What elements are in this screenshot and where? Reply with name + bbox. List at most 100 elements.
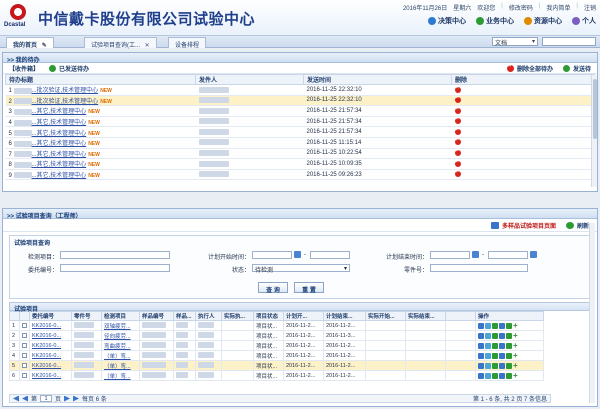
plan-start-from[interactable]: [252, 251, 292, 259]
item-link[interactable]: 双轴疲劳...: [104, 324, 131, 330]
entrust-no-cell[interactable]: KK2016-0...: [29, 320, 72, 331]
action-icon[interactable]: [485, 362, 491, 369]
row-checkbox-cell[interactable]: [19, 350, 30, 361]
action-icon[interactable]: [485, 372, 491, 379]
reset-button[interactable]: 重 置: [294, 282, 324, 294]
action-icon[interactable]: [492, 352, 498, 359]
action-icon[interactable]: [499, 322, 505, 329]
doc-search-input[interactable]: [542, 37, 596, 46]
per-page-select[interactable]: 每页 6 条: [82, 394, 107, 403]
add-icon[interactable]: +: [513, 342, 518, 350]
action-icon[interactable]: [485, 342, 491, 349]
action-icon[interactable]: [485, 322, 491, 329]
todo-row[interactable]: 3 ...其它,技术管理中心 NEW 2016-11-25 21:57:34: [5, 105, 595, 117]
close-icon[interactable]: ✕: [145, 43, 150, 49]
entrust-no-cell[interactable]: KK2016-0...: [29, 370, 72, 381]
todo-title-cell[interactable]: 4 ...其它,技术管理中心 NEW: [5, 116, 196, 128]
action-icon[interactable]: [478, 372, 484, 379]
action-icon[interactable]: [478, 362, 484, 369]
tab-equipment-schedule[interactable]: 设备排程: [168, 37, 207, 49]
doc-type-select[interactable]: 文档: [492, 37, 538, 47]
query-scrollbar[interactable]: [589, 223, 595, 403]
item-link[interactable]: （单）弯...: [104, 364, 131, 370]
change-password-link[interactable]: 修改密码: [509, 3, 533, 12]
multi-sample-button[interactable]: 多样品试验项目页面: [490, 221, 556, 230]
todo-row[interactable]: 5 ...其它,技术管理中心 NEW 2016-11-25 21:57:34: [5, 126, 595, 138]
item-input[interactable]: [60, 251, 170, 259]
result-col-header[interactable]: 项目状态: [253, 311, 284, 321]
delete-icon[interactable]: [454, 85, 461, 93]
action-icon[interactable]: [499, 352, 505, 359]
first-page-button[interactable]: [13, 395, 19, 402]
result-col-header[interactable]: 样品编号: [139, 311, 174, 321]
item-cell[interactable]: （单）弯...: [101, 370, 140, 381]
delete-icon[interactable]: [454, 148, 461, 157]
action-icon[interactable]: [492, 332, 498, 339]
logout-link[interactable]: 注销: [584, 3, 596, 12]
todo-row[interactable]: 7 ...其它,技术管理中心 NEW 2016-11-25 10:22:54: [5, 148, 595, 160]
result-col-header[interactable]: 实际执...: [221, 311, 254, 321]
action-icon[interactable]: [492, 322, 498, 329]
action-icon[interactable]: [492, 362, 498, 369]
entrust-no-input[interactable]: [60, 264, 170, 272]
todo-title-link[interactable]: ...批次验证,技术管理中心: [32, 99, 99, 105]
result-col-header[interactable]: 检测项目: [101, 311, 140, 321]
action-icon[interactable]: [478, 352, 484, 359]
action-icon[interactable]: [506, 352, 512, 359]
query-button[interactable]: 查 询: [258, 282, 288, 294]
entrust-link[interactable]: KK2016-0...: [32, 333, 61, 339]
calendar-icon[interactable]: [530, 251, 537, 258]
action-icon[interactable]: [478, 342, 484, 349]
delete-icon[interactable]: [454, 106, 461, 114]
result-col-header[interactable]: 计划开...: [283, 311, 324, 321]
result-row[interactable]: 2 KK2016-0... 径向疲劳... 项目状... 2016-11-2... 201…: [9, 330, 544, 341]
todo-title-link[interactable]: ...批次验证,技术管理中心: [32, 88, 99, 94]
nav-resource-center[interactable]: 资源中心: [524, 16, 562, 26]
action-icon[interactable]: [492, 372, 498, 379]
pin-icon[interactable]: ✎: [42, 43, 47, 49]
col-title[interactable]: 待办标题: [5, 74, 196, 85]
todo-title-link[interactable]: ...其它,技术管理中心: [32, 141, 87, 147]
todo-title-link[interactable]: ...其它,技术管理中心: [32, 109, 87, 115]
add-icon[interactable]: +: [513, 352, 518, 360]
action-icon[interactable]: [499, 332, 505, 339]
todo-row[interactable]: 2 ...批次验证,技术管理中心 NEW 2016-11-25 22:32:10: [5, 95, 595, 107]
todo-title-link[interactable]: ...其它,技术管理中心: [32, 162, 87, 168]
item-cell[interactable]: 径向疲劳...: [101, 330, 140, 341]
result-col-header[interactable]: 实际开始...: [365, 311, 406, 321]
result-col-header[interactable]: 计划结束...: [323, 311, 366, 321]
action-icon[interactable]: [506, 332, 512, 339]
row-checkbox[interactable]: [22, 362, 27, 368]
todo-scrollbar[interactable]: [591, 75, 597, 187]
todo-title-cell[interactable]: 5 ...其它,技术管理中心 NEW: [5, 126, 196, 138]
action-icon[interactable]: [499, 362, 505, 369]
page-input[interactable]: 1: [40, 395, 53, 402]
result-row[interactable]: 6 KK2016-0... （单）弯... 项目状... 2016-11-2... 201…: [9, 370, 544, 381]
plan-end-from[interactable]: [430, 251, 470, 259]
sent-todo-tab[interactable]: 已发送待办: [49, 64, 89, 73]
action-icon[interactable]: [485, 352, 491, 359]
row-checkbox[interactable]: [22, 372, 27, 378]
row-checkbox-cell[interactable]: [19, 360, 30, 371]
row-checkbox[interactable]: [22, 332, 27, 338]
result-row[interactable]: 1 KK2016-0... 双轴疲劳... 项目状... 2016-11-2... 201…: [9, 320, 544, 331]
status-select[interactable]: 待检测: [252, 264, 350, 274]
todo-row[interactable]: 1 ...批次验证,技术管理中心 NEW 2016-11-25 22:32:10: [5, 84, 595, 96]
inbox-tab[interactable]: 【收件箱】: [9, 64, 39, 73]
send-button[interactable]: 发送待: [562, 64, 591, 73]
todo-row[interactable]: 6 ...其它,技术管理中心 NEW 2016-11-25 11:15:14: [5, 137, 595, 149]
col-sender[interactable]: 发件人: [195, 74, 304, 85]
action-icon[interactable]: [499, 372, 505, 379]
delete-icon[interactable]: [454, 127, 461, 135]
todo-title-cell[interactable]: 1 ...批次验证,技术管理中心 NEW: [5, 84, 196, 96]
entrust-link[interactable]: KK2016-0...: [32, 343, 61, 349]
plan-start-to[interactable]: [310, 251, 350, 259]
add-icon[interactable]: +: [513, 362, 518, 370]
row-checkbox-cell[interactable]: [19, 370, 30, 381]
result-col-header[interactable]: 操作: [475, 311, 544, 321]
action-icon[interactable]: [506, 342, 512, 349]
result-row[interactable]: 5 KK2016-0... （单）弯... 项目状... 2016-11-2... 201…: [9, 360, 544, 371]
col-sent-time[interactable]: 发送时间: [303, 74, 452, 85]
entrust-link[interactable]: KK2016-0...: [32, 363, 61, 369]
refresh-button[interactable]: 刷新: [565, 221, 589, 230]
